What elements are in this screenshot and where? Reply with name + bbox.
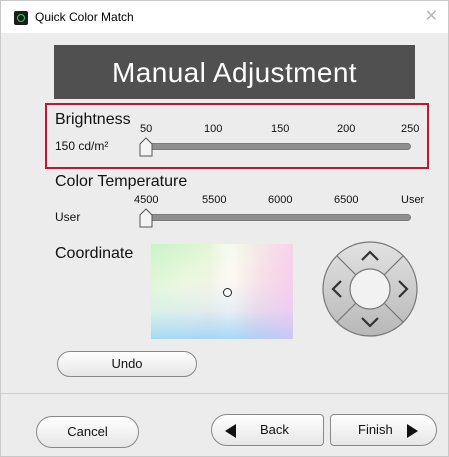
page-header: Manual Adjustment [54,45,415,99]
undo-button[interactable]: Undo [57,351,197,377]
brightness-slider-track[interactable] [144,143,411,150]
brightness-tick: 150 [271,123,290,135]
back-button[interactable]: Back [211,414,324,446]
title-bar: Quick Color Match ✕ [1,1,448,33]
color-temperature-tick: User [401,194,425,206]
brightness-tick: 50 [140,123,153,135]
back-arrow-icon [225,424,236,438]
color-temperature-tick: 5500 [202,194,227,206]
direction-pad [322,241,418,337]
finish-button[interactable]: Finish [330,414,437,446]
brightness-tick: 200 [337,123,356,135]
app-icon [14,11,28,25]
finish-button-label: Finish [358,422,393,437]
brightness-tick: 100 [204,123,223,135]
color-temperature-tick: 6500 [334,194,359,206]
dpad-center-button[interactable] [349,268,391,310]
color-temperature-slider-track[interactable] [144,214,411,221]
color-temperature-tick: 6000 [268,194,293,206]
coordinate-marker[interactable] [223,288,232,297]
close-icon[interactable]: ✕ [425,7,438,27]
page-title: Manual Adjustment [112,57,357,88]
color-temperature-slider-thumb[interactable] [139,208,153,228]
color-coordinate-picker[interactable] [151,244,293,339]
brightness-label: Brightness [55,111,131,128]
window-title: Quick Color Match [35,10,134,24]
color-temperature-tick: 4500 [134,194,159,206]
footer-divider [1,393,448,394]
color-temperature-value: User [55,210,81,224]
cancel-button[interactable]: Cancel [36,416,139,448]
coordinate-label: Coordinate [55,245,134,262]
back-button-label: Back [260,422,289,437]
brightness-tick: 250 [401,123,420,135]
brightness-slider-thumb[interactable] [139,137,153,157]
finish-arrow-icon [407,424,418,438]
color-temperature-label: Color Temperature [55,173,188,190]
brightness-value: 150 cd/m² [55,139,109,153]
app-window: Quick Color Match ✕ Manual Adjustment Br… [0,0,449,457]
cancel-button-label: Cancel [67,424,108,439]
